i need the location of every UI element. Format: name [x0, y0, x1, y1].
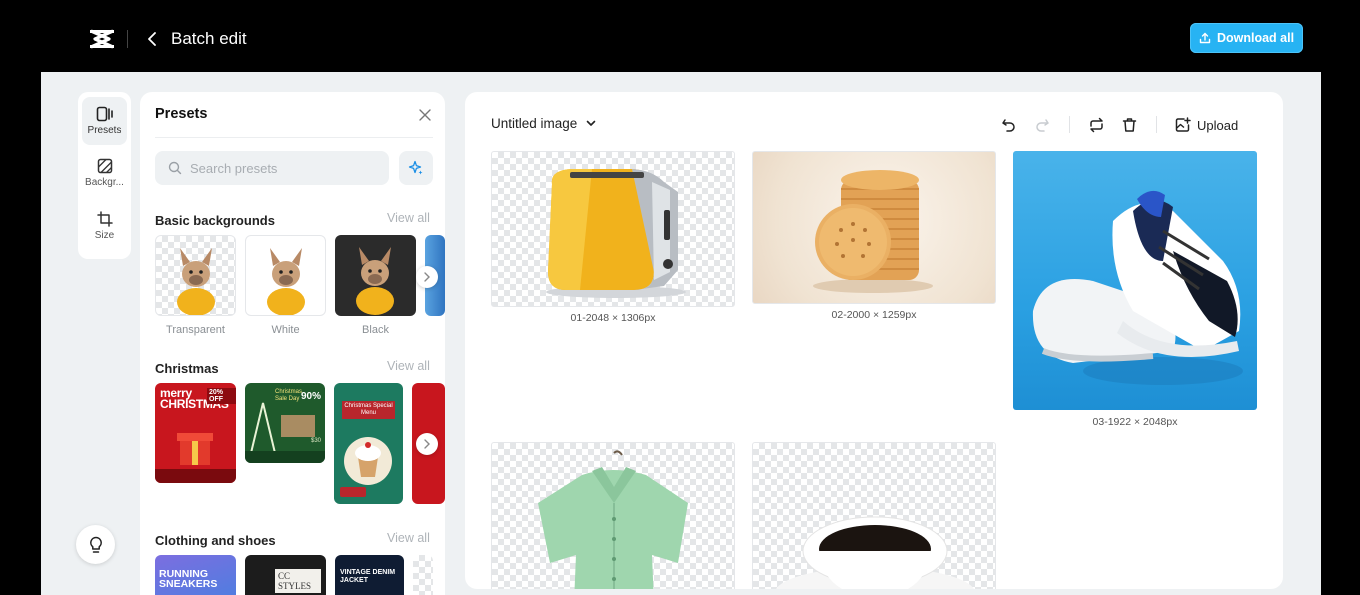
scroll-right-button[interactable]	[416, 433, 438, 455]
template-price: $30	[311, 438, 322, 444]
preset-caption: White	[271, 324, 300, 336]
image-card-toaster[interactable]	[491, 151, 735, 307]
undo-button[interactable]	[998, 114, 1020, 136]
ai-generate-button[interactable]	[399, 151, 433, 185]
rail-item-presets[interactable]: Presets	[82, 97, 127, 145]
dog-image	[177, 248, 215, 315]
canvas-area: Untitled image Upload 01-2048 × 1306px 0…	[465, 92, 1283, 589]
section-title-christmas: Christmas	[155, 361, 219, 376]
app-window: Batch edit Download all Presets Backgr..…	[41, 6, 1321, 595]
back-button[interactable]	[141, 26, 163, 52]
rail-item-size[interactable]: Size	[82, 202, 127, 250]
preset-transparent[interactable]	[155, 235, 236, 316]
search-input[interactable]	[190, 160, 380, 176]
upload-label: Upload	[1197, 117, 1239, 133]
preset-christmas-3[interactable]: Christmas Special Menu	[334, 383, 403, 504]
tool-rail: Presets Backgr... Size	[78, 92, 131, 259]
tree-image	[245, 402, 325, 463]
chevron-down-icon	[586, 120, 596, 126]
image-card-shirt[interactable]	[491, 442, 735, 589]
undo-icon	[1002, 119, 1015, 132]
preset-caption: Transparent	[166, 324, 225, 336]
template-text: VINTAGE DENIM JACKET	[340, 569, 396, 584]
replace-button[interactable]	[1085, 114, 1107, 136]
preset-christmas-2[interactable]: Christmas Sale Day 90% $30	[245, 383, 325, 463]
chevron-right-icon	[424, 272, 430, 282]
screen-frame: Batch edit Download all Presets Backgr..…	[0, 0, 1360, 595]
presets-icon	[96, 106, 113, 122]
page-title: Batch edit	[171, 29, 247, 48]
divider	[155, 137, 433, 138]
document-name-dropdown[interactable]: Untitled image	[491, 116, 596, 131]
rail-item-label: Size	[94, 230, 115, 241]
search-box[interactable]	[155, 151, 389, 185]
preset-caption: Black	[362, 324, 389, 336]
preset-clothing-3[interactable]: VINTAGE DENIM JACKET	[335, 555, 404, 595]
presets-panel: Presets Basic backgrounds View all	[140, 92, 445, 595]
view-all-clothing-and-shoes[interactable]: View all	[387, 531, 430, 545]
toolbar-divider	[1069, 116, 1070, 133]
image-caption: 01-2048 × 1306px	[570, 312, 656, 324]
cupcake-image	[340, 437, 392, 497]
sneakers-image	[1032, 190, 1243, 385]
view-all-christmas[interactable]: View all	[387, 359, 430, 373]
view-all-basic-backgrounds[interactable]: View all	[387, 211, 430, 225]
top-divider	[127, 30, 128, 48]
lightbulb-icon	[89, 536, 102, 553]
image-card-sneakers[interactable]	[1013, 151, 1257, 410]
chevron-left-icon	[148, 32, 156, 46]
gift-image	[155, 433, 236, 483]
document-name: Untitled image	[491, 116, 578, 131]
redo-button[interactable]	[1031, 114, 1053, 136]
download-all-label: Download all	[1216, 31, 1295, 45]
download-icon	[1199, 32, 1211, 44]
rail-item-background[interactable]: Backgr...	[82, 149, 127, 197]
crackers-image	[813, 170, 933, 293]
upload-image-icon	[1175, 117, 1191, 132]
preset-black[interactable]	[335, 235, 416, 316]
top-bar: Batch edit Download all	[41, 6, 1321, 72]
preset-christmas-1[interactable]: merry CHRISTMAS 20% OFF	[155, 383, 236, 483]
image-card-crackers[interactable]	[752, 151, 996, 304]
background-icon	[97, 158, 112, 174]
preset-clothing-4[interactable]	[413, 555, 433, 595]
search-icon	[168, 161, 182, 175]
coffee-cup-image	[776, 516, 974, 589]
close-panel-button[interactable]	[416, 106, 434, 124]
swap-icon	[1089, 117, 1103, 133]
image-card-coffee[interactable]	[752, 442, 996, 589]
preset-clothing-2[interactable]: CC STYLES	[245, 555, 326, 595]
sparkle-icon	[408, 160, 423, 175]
toaster-image	[546, 169, 686, 298]
dog-image	[356, 247, 394, 315]
presets-title: Presets	[155, 106, 208, 122]
chevron-right-icon	[424, 439, 430, 449]
section-title-clothing-and-shoes: Clothing and shoes	[155, 533, 276, 548]
crop-icon	[96, 211, 113, 227]
image-caption: 03-1922 × 2048px	[1092, 416, 1178, 428]
preset-white[interactable]	[245, 235, 326, 316]
delete-button[interactable]	[1118, 114, 1140, 136]
toolbar-divider	[1156, 116, 1157, 133]
dog-image	[267, 248, 305, 315]
download-all-button[interactable]: Download all	[1190, 23, 1303, 53]
template-text: RUNNING SNEAKERS	[159, 568, 218, 590]
template-text: CC STYLES	[275, 569, 321, 593]
shirt-image	[538, 450, 688, 589]
redo-icon	[1036, 119, 1049, 132]
preset-clothing-1[interactable]: RUNNING SNEAKERS	[155, 555, 236, 595]
trash-icon	[1122, 118, 1136, 132]
rail-item-label: Backgr...	[85, 177, 124, 188]
close-icon	[419, 109, 431, 121]
section-title-basic-backgrounds: Basic backgrounds	[155, 213, 275, 228]
scroll-right-button[interactable]	[416, 266, 438, 288]
capcut-logo-icon[interactable]	[88, 27, 116, 51]
image-caption: 02-2000 × 1259px	[831, 309, 917, 321]
help-button[interactable]	[76, 525, 115, 564]
rail-item-label: Presets	[87, 125, 122, 136]
upload-button[interactable]: Upload	[1175, 113, 1238, 137]
